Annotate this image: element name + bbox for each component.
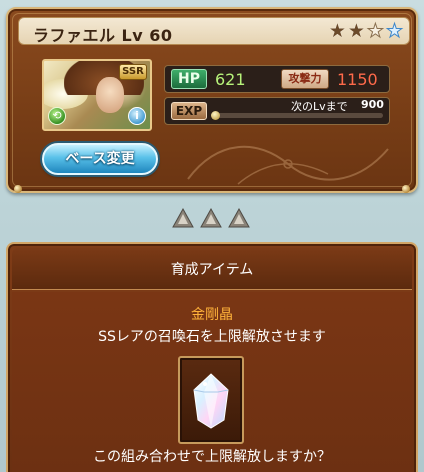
character-title-bar: ラファエル Lv 60 ★ ★ ★ ★ (18, 17, 410, 45)
attack-label: 攻撃力 (281, 69, 329, 89)
confirm-text: この組み合わせで上限解放しますか？ (93, 449, 331, 465)
uncap-item-dialog: 育成アイテム 金剛晶 SSレアの召喚石を上限解放させます この組み合わせで上限解… (6, 242, 418, 472)
uncap-arrow-icon (172, 208, 194, 228)
uncap-arrow-icon (200, 208, 222, 228)
uncap-arrows (172, 208, 250, 228)
star-empty-icon: ★ (366, 20, 384, 43)
item-slot[interactable] (178, 356, 244, 444)
wind-element-icon: ⟲ (48, 107, 66, 125)
item-name: 金剛晶 (191, 307, 233, 323)
dialog-header: 育成アイテム (12, 248, 412, 290)
character-portrait[interactable]: SSR ⟲ i (42, 59, 152, 131)
uncap-arrow-icon (228, 208, 250, 228)
exp-next-label: 次のLvまで (291, 100, 348, 113)
item-description: SSレアの召喚石を上限解放させます (98, 329, 326, 345)
star-filled-icon: ★ (347, 20, 365, 42)
uncap-stars: ★ ★ ★ ★ (328, 20, 404, 43)
exp-progress-knob (211, 111, 220, 120)
character-panel: ラファエル Lv 60 ★ ★ ★ ★ SSR ⟲ i HP 621 攻撃力 11… (6, 7, 418, 193)
star-filled-icon: ★ (328, 20, 346, 42)
character-level: Lv 60 (121, 26, 173, 45)
hp-value: 621 (215, 70, 246, 89)
character-name-text: ラファエル (33, 26, 116, 45)
character-name: ラファエル Lv 60 (33, 22, 172, 46)
dialog-body: 金剛晶 SSレアの召喚石を上限解放させます この組み合わせで上限解放しますか？ (12, 292, 412, 472)
corner-rivet (402, 185, 410, 193)
attack-value: 1150 (337, 70, 378, 89)
hp-label: HP (171, 69, 207, 89)
exp-label: EXP (171, 102, 207, 120)
portrait-face-art (96, 77, 124, 113)
rarity-badge: SSR (119, 64, 147, 80)
exp-next-value: 900 (361, 98, 384, 111)
exp-progress-bar (211, 111, 383, 120)
corner-rivet (14, 185, 22, 193)
star-blue-icon: ★ (385, 20, 403, 43)
exp-box: EXP 次のLvまで 900 (164, 97, 390, 125)
decorative-swirl (187, 145, 389, 185)
info-icon[interactable]: i (128, 107, 146, 125)
base-change-button[interactable]: ベース変更 (42, 143, 158, 175)
crystal-item-icon (193, 373, 229, 429)
stats-box: HP 621 攻撃力 1150 (164, 65, 390, 93)
dialog-title: 育成アイテム (170, 262, 254, 278)
